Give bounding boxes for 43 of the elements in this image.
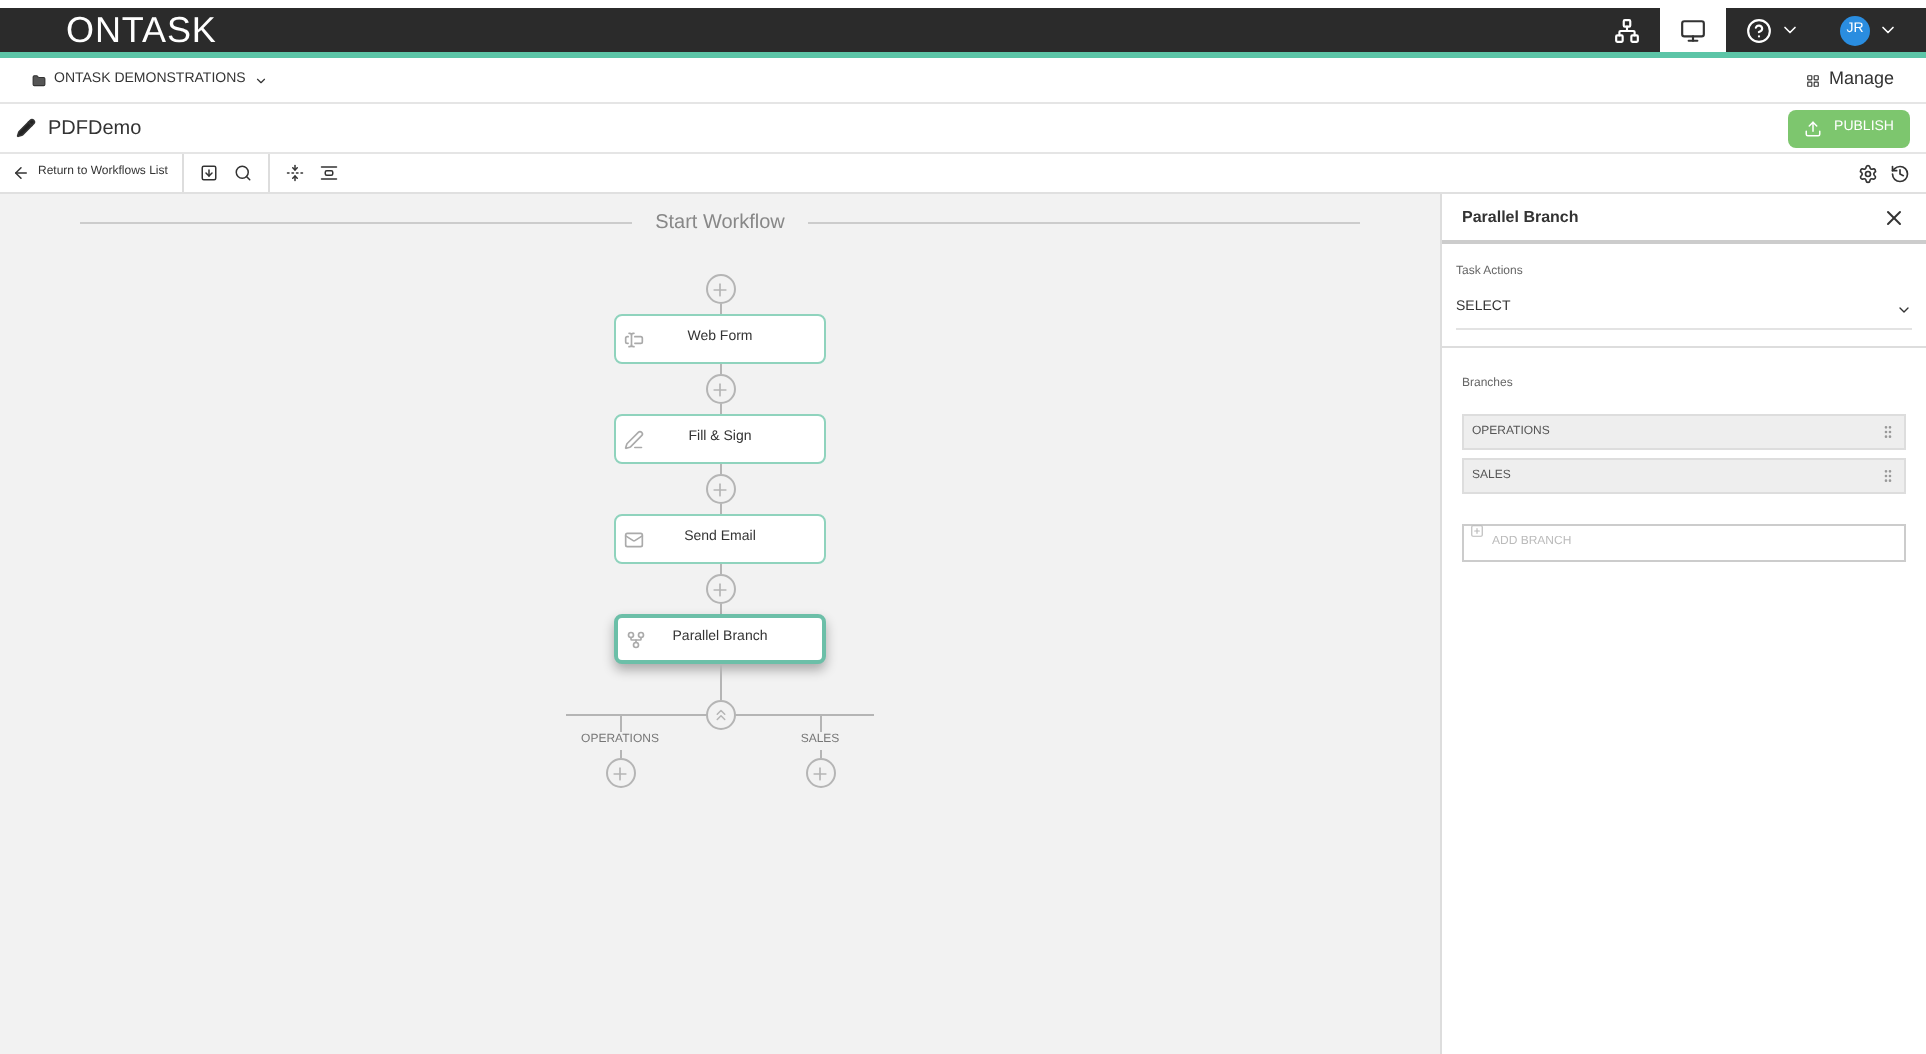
add-step-button[interactable] <box>705 574 735 604</box>
plus-icon <box>810 763 830 783</box>
help-icon <box>1746 17 1772 43</box>
plus-icon <box>710 479 730 499</box>
pencil-icon <box>16 118 36 138</box>
logo[interactable]: ONTASK <box>66 8 217 52</box>
expand-icon <box>319 164 338 182</box>
close-icon[interactable] <box>1882 205 1906 229</box>
add-step-button[interactable] <box>605 758 635 788</box>
add-step-button[interactable] <box>705 274 735 304</box>
collapse-icon <box>285 164 304 182</box>
plus-icon <box>710 379 730 399</box>
folder-icon <box>32 73 46 87</box>
history-icon <box>1890 163 1910 183</box>
grid-icon <box>1806 73 1821 87</box>
plus-square-icon <box>1470 524 1484 538</box>
sitemap-icon <box>1614 17 1640 43</box>
arrow-left-icon <box>12 164 30 182</box>
upload-icon <box>1804 119 1823 137</box>
add-step-button[interactable] <box>705 474 735 504</box>
canvas-title: Start Workflow <box>655 210 785 238</box>
text-field-icon <box>624 329 644 349</box>
add-step-button[interactable] <box>805 758 835 788</box>
double-chevron-icon <box>711 706 729 724</box>
nav-tab[interactable] <box>1660 8 1726 52</box>
caret-icon <box>253 73 268 87</box>
panel-title: Parallel Branch <box>1462 205 1581 229</box>
collapse-branches-button[interactable] <box>705 700 735 730</box>
monitor-icon <box>1680 17 1706 43</box>
pen-icon <box>624 429 644 449</box>
fork-icon <box>626 629 646 649</box>
search-icon <box>233 164 252 182</box>
plus-icon <box>710 279 730 299</box>
envelope-icon <box>624 529 644 549</box>
settings-icon <box>1858 163 1878 183</box>
plus-icon <box>710 579 730 599</box>
plus-icon <box>610 763 630 783</box>
add-step-button[interactable] <box>705 374 735 404</box>
grip-icon[interactable] <box>1880 468 1896 484</box>
export-icon <box>199 164 218 182</box>
manage-button[interactable]: Manage <box>1806 66 1894 94</box>
workflow-title: PDFDemo <box>48 115 142 143</box>
grip-icon[interactable] <box>1880 424 1896 440</box>
